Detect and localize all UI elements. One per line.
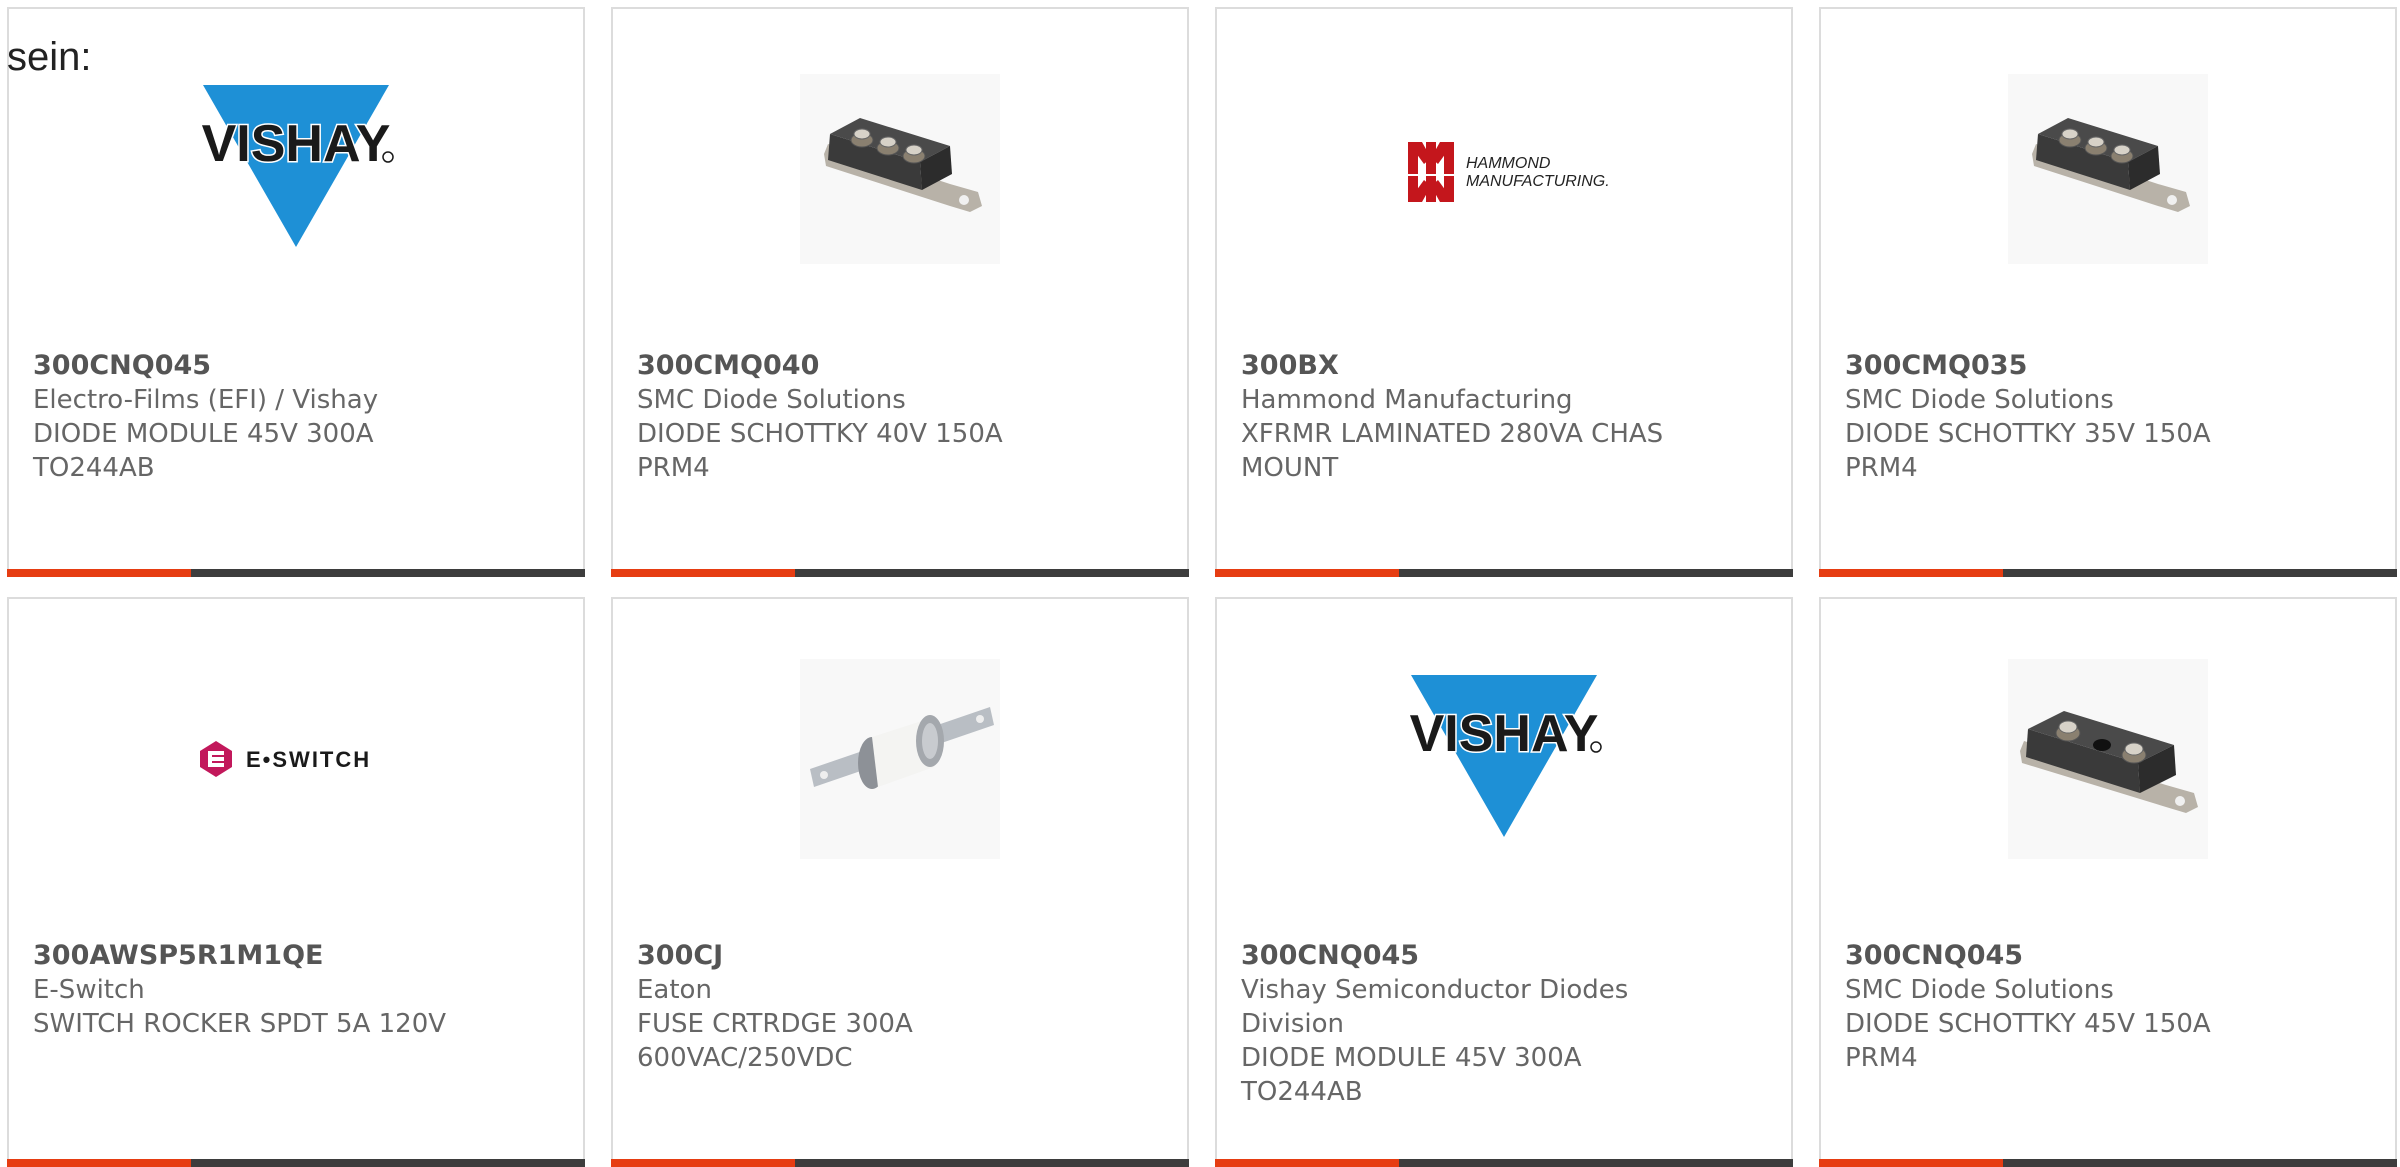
manufacturer: SMC Diode Solutions <box>1845 385 2114 415</box>
product-card[interactable]: 300CJ Eaton FUSE CRTRDGE 300A 600VAC/250… <box>611 597 1189 1167</box>
product-info: 300BX Hammond Manufacturing XFRMR LAMINA… <box>1241 349 1767 485</box>
manufacturer: Eaton <box>637 975 712 1005</box>
fuse-cartridge-icon[interactable] <box>795 659 1005 859</box>
description: TO244AB <box>1241 1077 1363 1107</box>
description: DIODE SCHOTTKY 35V 150A <box>1845 419 2211 449</box>
description: 600VAC/250VDC <box>637 1043 853 1073</box>
card-footer-bar <box>1215 1159 1793 1167</box>
product-info: 300CMQ035 SMC Diode Solutions DIODE SCHO… <box>1845 349 2371 485</box>
accent-stripe <box>611 569 795 577</box>
description: DIODE SCHOTTKY 40V 150A <box>637 419 1003 449</box>
card-footer-bar <box>611 569 1189 577</box>
product-card[interactable]: E•SWITCH 300AWSP5R1M1QE E-Switch SWITCH … <box>7 597 585 1167</box>
diode-module-icon[interactable] <box>2003 69 2213 269</box>
accent-stripe <box>1819 1159 2003 1167</box>
product-info: 300CNQ045 SMC Diode Solutions DIODE SCHO… <box>1845 939 2371 1075</box>
accent-stripe <box>7 1159 191 1167</box>
card-footer-bar <box>7 569 585 577</box>
description: DIODE MODULE 45V 300A <box>1241 1043 1582 1073</box>
svg-text:VISHAY: VISHAY <box>202 115 391 173</box>
manufacturer: Electro-Films (EFI) / Vishay <box>33 385 379 415</box>
card-footer-bar <box>1819 1159 2397 1167</box>
vishay-logo-icon[interactable]: VISHAY <box>191 69 401 269</box>
card-footer-bar <box>7 1159 585 1167</box>
product-info: 300AWSP5R1M1QE E-Switch SWITCH ROCKER SP… <box>33 939 559 1041</box>
product-grid-page: sein: VISHAY 300CNQ045 Electro-Films (EF… <box>0 0 2400 1167</box>
description: PRM4 <box>1845 453 1918 483</box>
part-number-link[interactable]: 300AWSP5R1M1QE <box>33 939 559 973</box>
product-info: 300CNQ045 Electro-Films (EFI) / Vishay D… <box>33 349 559 485</box>
product-info: 300CJ Eaton FUSE CRTRDGE 300A 600VAC/250… <box>637 939 1163 1075</box>
part-number-link[interactable]: 300CJ <box>637 939 1163 973</box>
manufacturer: SMC Diode Solutions <box>637 385 906 415</box>
manufacturer: Vishay Semiconductor Diodes <box>1241 975 1629 1005</box>
description: FUSE CRTRDGE 300A <box>637 1009 913 1039</box>
description: SWITCH ROCKER SPDT 5A 120V <box>33 1009 447 1039</box>
part-number-link[interactable]: 300CNQ045 <box>1241 939 1767 973</box>
accent-stripe <box>611 1159 795 1167</box>
diode-module-icon[interactable] <box>2003 659 2213 859</box>
diode-module-icon[interactable] <box>795 69 1005 269</box>
part-number-link[interactable]: 300CMQ035 <box>1845 349 2371 383</box>
accent-stripe <box>1819 569 2003 577</box>
description: PRM4 <box>1845 1043 1918 1073</box>
part-number-link[interactable]: 300CNQ045 <box>1845 939 2371 973</box>
description: MOUNT <box>1241 453 1339 483</box>
svg-text:VISHAY: VISHAY <box>1410 705 1599 763</box>
product-card[interactable]: 300CMQ040 SMC Diode Solutions DIODE SCHO… <box>611 7 1189 577</box>
card-footer-bar <box>1819 569 2397 577</box>
vishay-logo-icon[interactable]: VISHAY <box>1399 659 1609 859</box>
product-card[interactable]: HAMMOND MANUFACTURING. 300BX Hammond Man… <box>1215 7 1793 577</box>
description: DIODE SCHOTTKY 45V 150A <box>1845 1009 2211 1039</box>
manufacturer: SMC Diode Solutions <box>1845 975 2114 1005</box>
part-number-link[interactable]: 300BX <box>1241 349 1767 383</box>
product-card[interactable]: 300CMQ035 SMC Diode Solutions DIODE SCHO… <box>1819 7 2397 577</box>
hammond-logo-icon[interactable]: HAMMOND MANUFACTURING. <box>1394 69 1614 269</box>
product-card[interactable]: VISHAY 300CNQ045 Vishay Semiconductor Di… <box>1215 597 1793 1167</box>
part-number-link[interactable]: 300CNQ045 <box>33 349 559 383</box>
product-card[interactable]: 300CNQ045 SMC Diode Solutions DIODE SCHO… <box>1819 597 2397 1167</box>
accent-stripe <box>1215 1159 1399 1167</box>
product-info: 300CMQ040 SMC Diode Solutions DIODE SCHO… <box>637 349 1163 485</box>
description: PRM4 <box>637 453 710 483</box>
card-footer-bar <box>1215 569 1793 577</box>
accent-stripe <box>7 569 191 577</box>
accent-stripe <box>1215 569 1399 577</box>
description: DIODE MODULE 45V 300A <box>33 419 374 449</box>
card-footer-bar <box>611 1159 1189 1167</box>
eswitch-logo-text: E•SWITCH <box>246 747 372 772</box>
hammond-logo-text: HAMMOND MANUFACTURING. <box>1466 155 1610 190</box>
product-info: 300CNQ045 Vishay Semiconductor Diodes Di… <box>1241 939 1767 1109</box>
description: XFRMR LAMINATED 280VA CHAS <box>1241 419 1664 449</box>
description: TO244AB <box>33 453 155 483</box>
manufacturer: E-Switch <box>33 975 145 1005</box>
manufacturer: Division <box>1241 1009 1345 1039</box>
manufacturer: Hammond Manufacturing <box>1241 385 1573 415</box>
part-number-link[interactable]: 300CMQ040 <box>637 349 1163 383</box>
prefix-text: sein: <box>7 35 92 79</box>
eswitch-logo-icon[interactable]: E•SWITCH <box>186 659 406 859</box>
product-card[interactable]: VISHAY 300CNQ045 Electro-Films (EFI) / V… <box>7 7 585 577</box>
